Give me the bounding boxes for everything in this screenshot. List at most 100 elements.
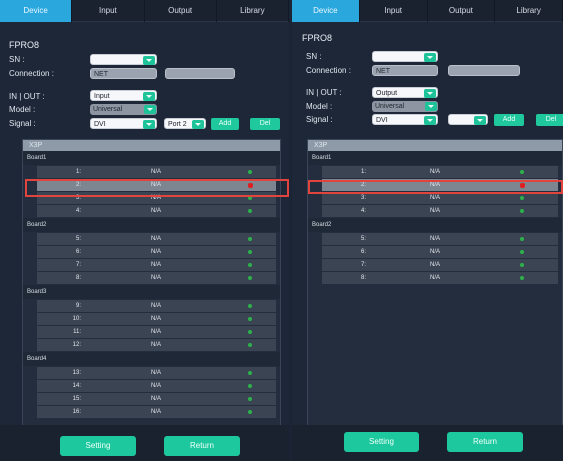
inout-select[interactable]: Output	[372, 87, 438, 98]
chevron-down-icon	[143, 120, 155, 129]
chevron-down-icon	[143, 56, 155, 65]
status-dot	[248, 397, 252, 401]
status-dot	[248, 410, 252, 414]
inout-select[interactable]: Input	[90, 90, 157, 101]
add-button[interactable]: Add	[211, 118, 239, 130]
board-header: Board2	[308, 218, 562, 232]
port-row[interactable]: 8: N/A	[322, 272, 558, 284]
port-row[interactable]: 7: N/A	[37, 259, 276, 271]
port-row[interactable]: 1: N/A	[322, 166, 558, 178]
inout-value: Input	[94, 93, 110, 100]
board-header: Board1	[308, 151, 562, 165]
status-dot-selected	[520, 182, 525, 188]
model-select[interactable]: Universal	[372, 101, 438, 112]
port-row[interactable]: 16: N/A	[37, 406, 276, 418]
port-select[interactable]: Port 2	[164, 118, 206, 129]
add-button[interactable]: Add	[494, 114, 524, 126]
status-dot	[248, 237, 252, 241]
port-row[interactable]: 7: N/A	[322, 259, 558, 271]
port-list[interactable]: X3P Board1 1: N/A 2: N/A 3: N/A 4: N/A Board2 5: N/…	[307, 139, 563, 428]
port-row[interactable]: 11: N/A	[37, 326, 276, 338]
port-row[interactable]: 3: N/A	[322, 192, 558, 204]
setting-button[interactable]: Setting	[344, 432, 419, 452]
port-row[interactable]: 14: N/A	[37, 380, 276, 392]
port-number: 14:	[72, 383, 81, 389]
port-number: 6:	[75, 249, 81, 255]
connection-field[interactable]: NET	[90, 68, 157, 79]
port-row[interactable]: 4: N/A	[37, 205, 276, 217]
chevron-down-icon	[144, 105, 156, 114]
port-row[interactable]: 4: N/A	[322, 205, 558, 217]
tab-output[interactable]: Output	[145, 0, 217, 22]
chevron-down-icon	[424, 116, 436, 125]
port-row[interactable]: 5: N/A	[37, 233, 276, 245]
port-status: N/A	[151, 236, 162, 242]
port-number: 5:	[75, 236, 81, 242]
right-panel: Device Input Output Library FPRO8 SN : C…	[292, 0, 563, 461]
port-row[interactable]: 2: N/A	[322, 179, 558, 191]
board-header: Board4	[23, 352, 280, 366]
tab-device[interactable]: Device	[0, 0, 73, 22]
del-button[interactable]: Del	[536, 114, 563, 126]
status-dot	[248, 250, 252, 254]
port-row[interactable]: 10: N/A	[37, 313, 276, 325]
return-button[interactable]: Return	[164, 436, 240, 456]
chevron-down-icon	[192, 120, 204, 129]
port-value: Port 2	[168, 121, 187, 128]
port-row[interactable]: 1: N/A	[37, 166, 276, 178]
sn-select[interactable]	[372, 51, 438, 62]
left-panel: Device Input Output Library FPRO8 SN : C…	[0, 0, 289, 461]
tab-library[interactable]: Library	[217, 0, 289, 22]
status-dot	[248, 276, 252, 280]
inout-label: IN | OUT :	[9, 92, 45, 101]
port-number: 10:	[72, 316, 81, 322]
port-number: 8:	[75, 275, 81, 281]
connection-label: Connection :	[9, 69, 54, 78]
status-dot	[248, 317, 252, 321]
port-row[interactable]: 8: N/A	[37, 272, 276, 284]
sn-label: SN :	[306, 52, 322, 61]
connection-address-field[interactable]	[165, 68, 235, 79]
port-status: N/A	[430, 236, 441, 242]
port-row[interactable]: 2: N/A	[37, 179, 276, 191]
signal-select[interactable]: DVI	[372, 114, 438, 125]
signal-select[interactable]: DVI	[90, 118, 157, 129]
sn-select[interactable]	[90, 54, 157, 65]
port-select[interactable]	[448, 114, 488, 125]
port-row[interactable]: 9: N/A	[37, 300, 276, 312]
port-row[interactable]: 12: N/A	[37, 339, 276, 351]
port-number: 12:	[72, 342, 81, 348]
model-select[interactable]: Universal	[90, 104, 157, 115]
status-dot	[248, 384, 252, 388]
port-row[interactable]: 3: N/A	[37, 192, 276, 204]
status-dot-selected	[248, 182, 253, 188]
port-status: N/A	[430, 208, 441, 214]
connection-field[interactable]: NET	[372, 65, 438, 76]
connection-address-field[interactable]	[448, 65, 520, 76]
port-number: 4:	[360, 208, 366, 214]
port-number: 2:	[360, 182, 366, 188]
return-button[interactable]: Return	[447, 432, 523, 452]
port-number: 9:	[75, 303, 81, 309]
status-dot	[520, 237, 524, 241]
port-row[interactable]: 15: N/A	[37, 393, 276, 405]
inout-label: IN | OUT :	[306, 88, 342, 97]
port-row[interactable]: 13: N/A	[37, 367, 276, 379]
tab-input[interactable]: Input	[72, 0, 145, 22]
status-dot	[248, 263, 252, 267]
port-list[interactable]: X3P Board1 1: N/A 2: N/A 3: N/A 4: N/A Board2 5: N/…	[22, 139, 281, 428]
tab-library[interactable]: Library	[495, 0, 563, 22]
tab-device[interactable]: Device	[292, 0, 360, 22]
tab-output[interactable]: Output	[428, 0, 496, 22]
port-status: N/A	[430, 262, 441, 268]
setting-button[interactable]: Setting	[60, 436, 136, 456]
port-status: N/A	[151, 182, 162, 188]
port-row[interactable]: 6: N/A	[37, 246, 276, 258]
model-value: Universal	[375, 103, 405, 110]
port-row[interactable]: 6: N/A	[322, 246, 558, 258]
tab-bar: Device Input Output Library	[292, 0, 563, 22]
status-dot	[520, 170, 524, 174]
port-row[interactable]: 5: N/A	[322, 233, 558, 245]
del-button[interactable]: Del	[250, 118, 280, 130]
tab-input[interactable]: Input	[360, 0, 428, 22]
